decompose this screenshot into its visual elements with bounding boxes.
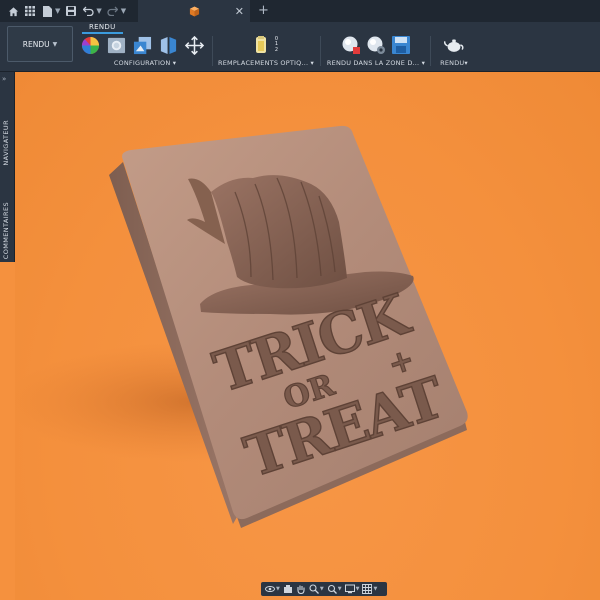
zoom-icon[interactable] [309, 584, 319, 594]
fit-caret-icon[interactable]: ▼ [338, 586, 342, 592]
close-tab-button[interactable]: ✕ [235, 5, 244, 18]
digit-2: 2 [274, 46, 279, 53]
workspace-selector[interactable]: RENDU ▼ [7, 26, 73, 62]
navigation-bar: ▼ ▼ ▼ ▼ ▼ [261, 582, 387, 596]
document-tab[interactable]: ✕ [138, 0, 250, 22]
display-caret-icon[interactable]: ▼ [356, 586, 360, 592]
group-remplacements: 0 1 2 REMPLACEMENTS OPTIQ... ▾ [217, 35, 314, 67]
look-at-icon[interactable] [283, 584, 293, 594]
teapot-render-icon[interactable] [444, 35, 464, 55]
render-settings-icon[interactable] [366, 35, 386, 55]
file-icon[interactable] [41, 5, 53, 17]
ribbon-divider [430, 36, 431, 66]
redo-caret-icon[interactable]: ▼ [121, 7, 126, 15]
workspace-label: RENDU [22, 39, 50, 49]
undo-caret-icon[interactable]: ▼ [96, 7, 101, 15]
grid-caret-icon[interactable]: ▼ [373, 586, 377, 592]
file-menu-caret-icon[interactable]: ▼ [55, 7, 60, 15]
texture-map-icon[interactable] [132, 35, 152, 55]
left-panel-strip: » NAVIGATEUR COMMENTAIRES [0, 72, 15, 262]
render-viewport[interactable]: TRICK OR TREAT + [15, 72, 600, 600]
group-rendu-zone: RENDU DANS LA ZONE D... ▾ [326, 34, 426, 70]
new-tab-button[interactable]: + [258, 3, 269, 18]
start-render-icon[interactable] [341, 35, 361, 55]
chevron-down-icon: ▼ [52, 40, 58, 48]
home-icon[interactable] [7, 5, 19, 17]
remplacements-label[interactable]: REMPLACEMENTS OPTIQ... [218, 59, 308, 67]
save-icon[interactable] [65, 5, 77, 17]
grid-icon[interactable] [24, 5, 36, 17]
scene-settings-icon[interactable] [106, 35, 126, 55]
title-bar: ▼ ▼ ▼ ✕ + [0, 0, 600, 22]
decal-icon[interactable] [158, 35, 178, 55]
ribbon-divider [212, 36, 213, 66]
texture-override-icon[interactable] [254, 35, 274, 55]
model-scene: TRICK OR TREAT + [15, 125, 468, 528]
group-configuration: CONFIGURATION ▾ [80, 34, 210, 70]
cube-icon [189, 2, 200, 21]
appearance-icon[interactable] [80, 35, 100, 55]
rendu-zone-label[interactable]: RENDU DANS LA ZONE D... [327, 59, 419, 67]
capture-image-icon[interactable] [391, 35, 411, 55]
rendu-label[interactable]: RENDU [440, 59, 464, 67]
ribbon-toolbar: RENDU RENDU ▼ CONFIGURATION ▾ 0 1 2 REMP… [0, 22, 600, 72]
move-icon[interactable] [184, 35, 204, 55]
display-settings-icon[interactable] [344, 584, 355, 594]
expand-icon[interactable]: » [2, 75, 6, 83]
navigator-panel-tab[interactable]: NAVIGATEUR [2, 120, 10, 166]
zoom-caret-icon[interactable]: ▼ [320, 586, 324, 592]
configuration-label[interactable]: CONFIGURATION [114, 59, 171, 67]
ribbon-divider [320, 36, 321, 66]
texture-values: 0 1 2 [274, 36, 279, 54]
undo-icon[interactable] [82, 5, 94, 17]
tab-rendu[interactable]: RENDU [82, 22, 123, 34]
group-rendu: RENDU▾ [436, 34, 472, 70]
fit-view-icon[interactable] [327, 584, 337, 594]
orbit-icon[interactable] [265, 584, 275, 594]
orbit-caret-icon[interactable]: ▼ [276, 586, 280, 592]
pan-hand-icon[interactable] [296, 584, 306, 594]
comments-panel-tab[interactable]: COMMENTAIRES [2, 202, 10, 259]
grid-settings-icon[interactable] [362, 584, 373, 594]
redo-icon[interactable] [107, 5, 119, 17]
